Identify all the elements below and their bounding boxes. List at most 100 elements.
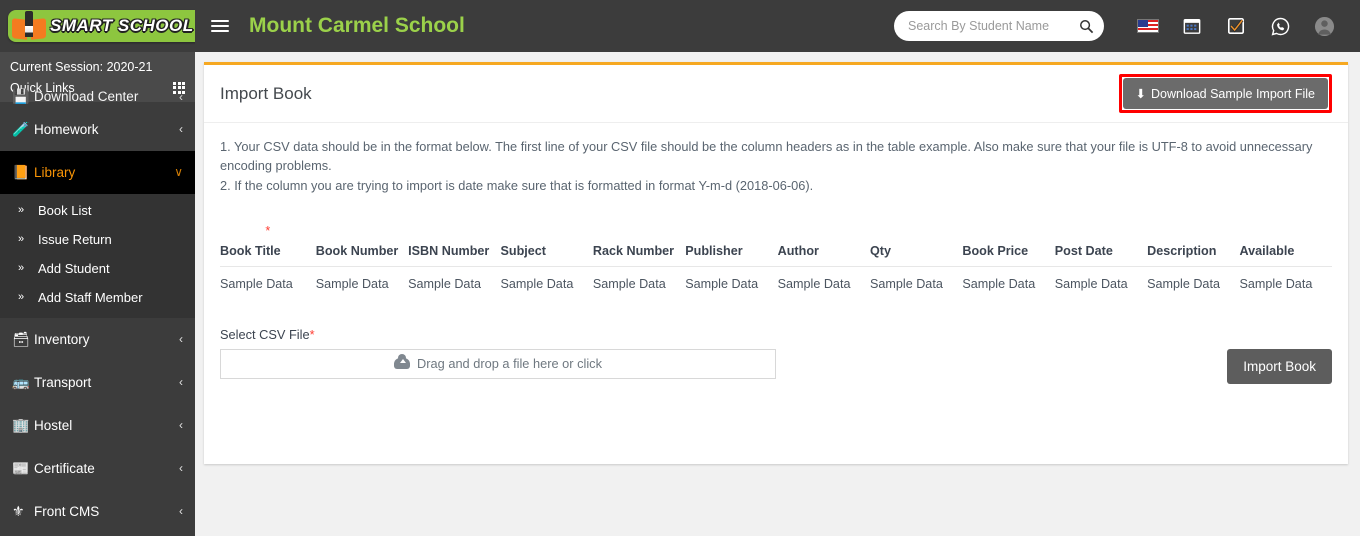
book-icon: 📙 bbox=[12, 163, 30, 180]
col-description: Description bbox=[1147, 217, 1240, 267]
search-input[interactable] bbox=[908, 19, 1079, 33]
search-icon[interactable] bbox=[1079, 19, 1094, 34]
sidebar-subitem-label: Add Staff Member bbox=[38, 289, 143, 305]
cell-available: Sample Data bbox=[1239, 276, 1313, 291]
sidebar-item-label: Inventory bbox=[34, 331, 90, 347]
sidebar-item-homework[interactable]: 🧪 Homework ‹ bbox=[0, 108, 195, 151]
col-book-title: * Book Title bbox=[220, 217, 316, 267]
table-body: Sample Data Sample Data Sample Data Samp… bbox=[220, 266, 1332, 301]
header-actions bbox=[894, 11, 1360, 41]
sidebar-subitem-book-list[interactable]: » Book List bbox=[0, 196, 195, 225]
sidebar-subitem-issue-return[interactable]: » Issue Return bbox=[0, 225, 195, 254]
avatar[interactable] bbox=[1302, 16, 1346, 37]
menu-toggle-icon[interactable] bbox=[211, 20, 229, 32]
sidebar-item-library[interactable]: 📙 Library ∨ bbox=[0, 150, 195, 194]
card-title: Import Book bbox=[220, 83, 312, 103]
select-csv-file-label: Select CSV File* bbox=[220, 327, 776, 342]
upload-field-group: Select CSV File* Drag and drop a file he… bbox=[220, 327, 776, 379]
cell-book-number: Sample Data bbox=[315, 276, 389, 291]
sidebar-item-label: Front CMS bbox=[34, 503, 100, 519]
required-marker: * bbox=[309, 326, 315, 342]
table-head: * Book Title Book Number ISBN Number Sub… bbox=[220, 217, 1332, 267]
col-label: Book Title bbox=[220, 243, 281, 258]
col-rack-number: Rack Number bbox=[592, 217, 686, 267]
import-book-button[interactable]: Import Book bbox=[1227, 348, 1332, 384]
col-isbn-number: ISBN Number bbox=[408, 217, 501, 267]
sidebar-subitem-label: Add Student bbox=[38, 260, 110, 276]
table-row: Sample Data Sample Data Sample Data Samp… bbox=[220, 266, 1332, 301]
upload-section: Select CSV File* Drag and drop a file he… bbox=[204, 311, 1348, 384]
sidebar-subitem-add-staff-member[interactable]: » Add Staff Member bbox=[0, 283, 195, 312]
col-publisher: Publisher bbox=[685, 217, 778, 267]
chevron-left-icon: ‹ bbox=[179, 332, 183, 347]
cell-subject: Sample Data bbox=[500, 276, 574, 291]
cell-rack-number: Sample Data bbox=[592, 276, 666, 291]
sidebar-item-certificate[interactable]: 📰 Certificate ‹ bbox=[0, 447, 195, 490]
current-session-label: Current Session: 2020-21 bbox=[0, 52, 195, 79]
sidebar-item-transport[interactable]: 🚌 Transport ‹ bbox=[0, 361, 195, 404]
flag-us-icon[interactable] bbox=[1126, 19, 1170, 33]
sidebar-item-inventory[interactable]: 🗃 Inventory ‹ bbox=[0, 318, 195, 361]
flask-icon: 🧪 bbox=[12, 120, 30, 137]
chevron-left-icon: ‹ bbox=[179, 375, 183, 390]
chevron-down-icon: ∨ bbox=[174, 165, 183, 180]
cloud-upload-icon bbox=[394, 354, 411, 370]
col-post-date: Post Date bbox=[1054, 217, 1148, 267]
card-header: Import Book ⬇ Download Sample Import File bbox=[204, 65, 1348, 123]
download-button-label: Download Sample Import File bbox=[1151, 87, 1315, 101]
globe-icon: ⚜ bbox=[12, 502, 25, 519]
col-book-price: Book Price bbox=[962, 217, 1055, 267]
dropzone-text: Drag and drop a file here or click bbox=[417, 356, 602, 372]
whatsapp-icon[interactable] bbox=[1258, 17, 1302, 36]
sidebar-item-download-center[interactable]: 💾 Download Center ‹ bbox=[0, 86, 195, 108]
chevron-double-right-icon: » bbox=[18, 204, 25, 217]
col-available: Available bbox=[1239, 217, 1332, 267]
chevron-left-icon: ‹ bbox=[179, 89, 183, 104]
logo-area[interactable]: SMART SCHOOL bbox=[0, 0, 195, 52]
sample-table-wrapper: * Book Title Book Number ISBN Number Sub… bbox=[204, 217, 1348, 301]
sidebar-subitem-add-student[interactable]: » Add Student bbox=[0, 254, 195, 283]
instruction-line-1: 1. Your CSV data should be in the format… bbox=[220, 139, 1313, 174]
file-dropzone[interactable]: Drag and drop a file here or click bbox=[220, 348, 776, 379]
cell-publisher: Sample Data bbox=[685, 276, 759, 291]
chevron-left-icon: ‹ bbox=[179, 418, 183, 433]
cell-book-title: Sample Data bbox=[220, 276, 293, 291]
search-box[interactable] bbox=[894, 11, 1104, 41]
checkbox-icon[interactable] bbox=[1214, 17, 1258, 35]
building-icon: 🏢 bbox=[12, 416, 30, 433]
sidebar-item-label: Homework bbox=[34, 121, 99, 137]
sample-format-table: * Book Title Book Number ISBN Number Sub… bbox=[220, 217, 1332, 301]
sidebar-item-label: Hostel bbox=[34, 417, 73, 433]
top-header: Mount Carmel School bbox=[195, 0, 1360, 52]
chevron-double-right-icon: » bbox=[18, 233, 25, 246]
certificate-icon: 📰 bbox=[12, 459, 30, 476]
brand-name: SMART SCHOOL bbox=[50, 16, 194, 35]
page-title: Mount Carmel School bbox=[249, 14, 465, 37]
brand-logo[interactable]: SMART SCHOOL bbox=[8, 10, 195, 42]
chevron-double-right-icon: » bbox=[18, 262, 25, 275]
col-author: Author bbox=[777, 217, 871, 267]
import-book-card: Import Book ⬇ Download Sample Import File… bbox=[204, 62, 1348, 464]
instruction-line-2: 2. If the column you are trying to impor… bbox=[220, 177, 814, 193]
sidebar: SMART SCHOOL Current Session: 2020-21 Qu… bbox=[0, 0, 195, 536]
chevron-left-icon: ‹ bbox=[179, 504, 183, 519]
upload-label-text: Select CSV File bbox=[220, 326, 310, 342]
col-subject: Subject bbox=[500, 217, 593, 267]
cell-book-price: Sample Data bbox=[962, 276, 1036, 291]
sidebar-item-front-cms[interactable]: ⚜ Front CMS ‹ bbox=[0, 490, 195, 533]
chevron-left-icon: ‹ bbox=[179, 461, 183, 476]
main-content: Import Book ⬇ Download Sample Import File… bbox=[195, 52, 1360, 536]
calendar-icon[interactable] bbox=[1170, 17, 1214, 35]
col-book-number: Book Number bbox=[315, 217, 409, 267]
cell-qty: Sample Data bbox=[870, 276, 943, 291]
download-sample-import-file-button[interactable]: ⬇ Download Sample Import File bbox=[1122, 78, 1328, 109]
library-submenu: » Book List » Issue Return » Add Student… bbox=[0, 193, 195, 318]
instructions: 1. Your CSV data should be in the format… bbox=[204, 123, 1348, 195]
sidebar-item-label: Library bbox=[34, 164, 76, 180]
table-header-row: * Book Title Book Number ISBN Number Sub… bbox=[220, 217, 1332, 267]
chevron-left-icon: ‹ bbox=[179, 122, 183, 137]
sidebar-subitem-label: Book List bbox=[38, 202, 92, 218]
required-marker: * bbox=[265, 224, 271, 239]
sidebar-item-hostel[interactable]: 🏢 Hostel ‹ bbox=[0, 404, 195, 447]
bus-icon: 🚌 bbox=[12, 373, 30, 390]
